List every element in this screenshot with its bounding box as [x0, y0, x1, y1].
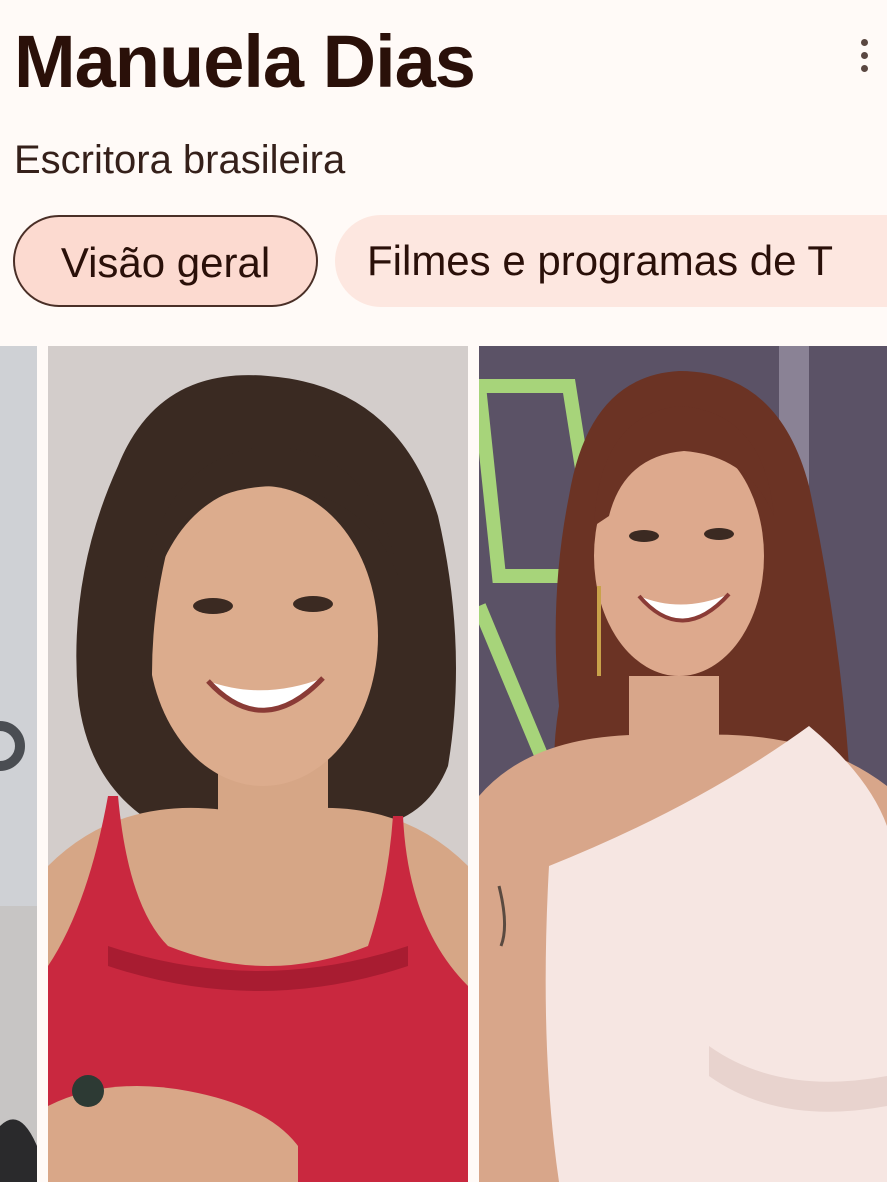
entity-subtitle: Escritora brasileira: [14, 138, 346, 182]
image-gallery: [0, 346, 887, 1182]
knowledge-panel: Manuela Dias Escritora brasileira Visão …: [0, 0, 887, 1182]
page-title: Manuela Dias: [14, 20, 476, 103]
gallery-image-white-dress[interactable]: [479, 346, 887, 1182]
tab-overview[interactable]: Visão geral: [13, 215, 318, 307]
gallery-image-partial[interactable]: [0, 346, 37, 1182]
more-vert-icon-dot: [860, 64, 868, 72]
portrait-red-top-image: [48, 346, 468, 1182]
more-options-button[interactable]: [842, 30, 886, 80]
more-vert-icon: [860, 38, 868, 46]
tab-bar: Visão geral Filmes e programas de T: [0, 215, 887, 311]
more-vert-icon-dot: [860, 51, 868, 59]
tab-movies-tv[interactable]: Filmes e programas de T: [335, 215, 887, 307]
portrait-white-dress-image: [479, 346, 887, 1182]
gallery-image-red-top[interactable]: [48, 346, 468, 1182]
partial-portrait-image: [0, 346, 37, 1182]
